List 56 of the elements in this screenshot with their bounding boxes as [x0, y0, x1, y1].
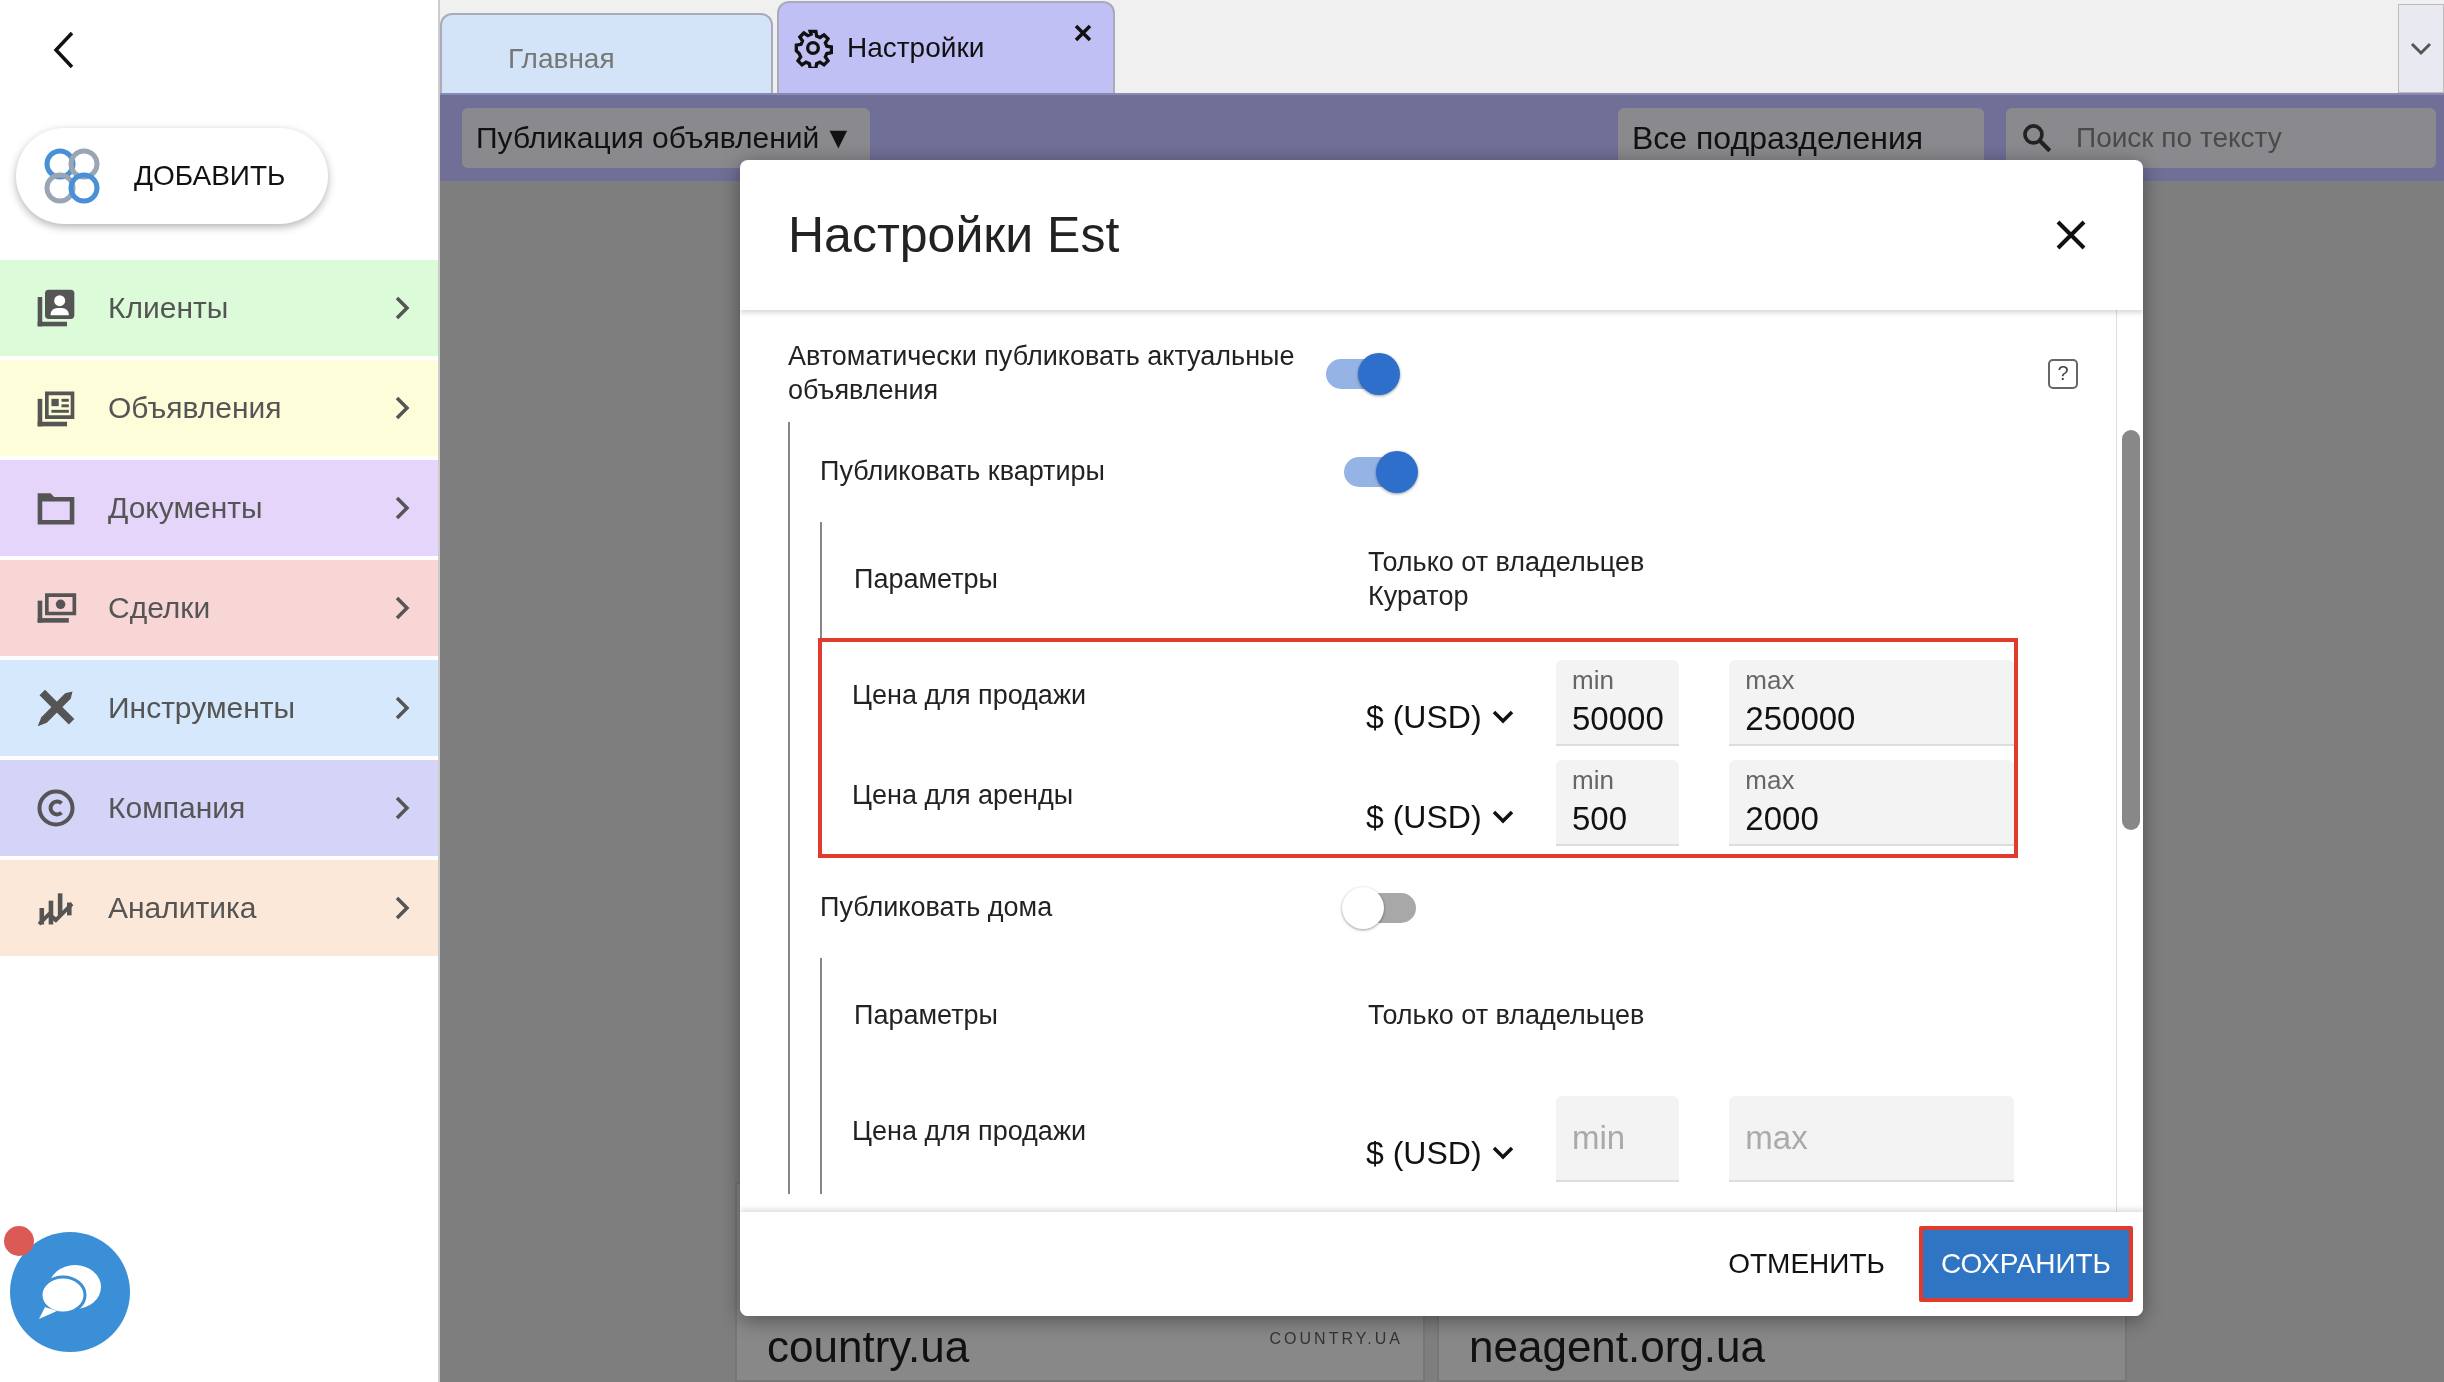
- currency-dropdown[interactable]: $ (USD): [1366, 1134, 1538, 1182]
- chevron-icon: [394, 695, 410, 721]
- close-icon[interactable]: [2055, 219, 2087, 251]
- chevron-icon: [394, 295, 410, 321]
- param-value: Только от владельцев: [1368, 545, 1645, 579]
- chevron-down-icon: [2410, 41, 2432, 56]
- chevron-down-icon: [1491, 810, 1514, 824]
- chevron-down-icon: [1491, 1146, 1514, 1160]
- param-value: Только от владельцев: [1368, 998, 1645, 1032]
- chevron-icon: [394, 895, 410, 921]
- currency-dropdown[interactable]: $ (USD): [1366, 798, 1538, 846]
- tab[interactable]: Настройки: [777, 1, 1115, 93]
- chevron-down-icon: [1491, 710, 1514, 724]
- caret: ▼: [823, 121, 854, 155]
- field-label: max: [1745, 765, 1795, 795]
- field-label: max: [1745, 665, 1795, 695]
- field-label: min: [1572, 665, 1614, 695]
- number-field[interactable]: max: [1729, 1095, 2014, 1182]
- number-field[interactable]: min: [1556, 1095, 1680, 1182]
- search-field[interactable]: Поиск по тексту: [2006, 108, 2436, 168]
- param-value: Куратор: [1368, 579, 1470, 613]
- site-title: neagent.org.ua: [1469, 1322, 1766, 1372]
- chevron-icon: [394, 395, 410, 421]
- field-label: min: [1572, 765, 1614, 795]
- sidebar-item[interactable]: Сделки: [0, 560, 438, 656]
- sidebar-item[interactable]: Объявления: [0, 360, 438, 456]
- site-logo: COUNTRY.UA: [1269, 1330, 1403, 1348]
- setting-label: Публиковать дома: [820, 890, 1054, 924]
- back-icon[interactable]: [52, 30, 76, 70]
- category-dropdown[interactable]: Публикация объявлений▼: [462, 108, 870, 168]
- param-label: Параметры: [854, 998, 999, 1032]
- help-button[interactable]: ?: [2048, 358, 2078, 389]
- setting-label: Публиковать квартиры: [820, 454, 1106, 488]
- price-label: Цена для аренды: [852, 778, 1075, 812]
- site-title: country.ua: [767, 1322, 970, 1372]
- chevron-icon: [394, 595, 410, 621]
- dialog-title: Настройки Est: [788, 206, 1120, 264]
- setting-label: Автоматически публиковать актуальные объявления: [788, 340, 1296, 407]
- sidebar-item[interactable]: Компания: [0, 760, 438, 856]
- search-icon: [2020, 121, 2054, 155]
- close-icon[interactable]: [1073, 23, 1093, 43]
- chevron-icon: [394, 495, 410, 521]
- settings-icon: [793, 28, 833, 68]
- add-button[interactable]: ДОБАВИТЬ: [16, 128, 328, 224]
- sidebar-item[interactable]: Аналитика: [0, 860, 438, 956]
- cancel-button[interactable]: ОТМЕНИТЬ: [1714, 1238, 1899, 1290]
- chevron-icon: [394, 795, 410, 821]
- sidebar-item[interactable]: Инструменты: [0, 660, 438, 756]
- sidebar-item[interactable]: Клиенты: [0, 260, 438, 356]
- sidebar-item[interactable]: Документы: [0, 460, 438, 556]
- price-label: Цена для продажи: [852, 678, 1088, 712]
- scrollbar-thumb[interactable]: [2122, 430, 2140, 830]
- price-label: Цена для продажи: [852, 1114, 1088, 1148]
- param-label: Параметры: [854, 562, 999, 596]
- currency-dropdown[interactable]: $ (USD): [1366, 698, 1538, 746]
- save-button[interactable]: СОХРАНИТЬ: [1922, 1230, 2129, 1298]
